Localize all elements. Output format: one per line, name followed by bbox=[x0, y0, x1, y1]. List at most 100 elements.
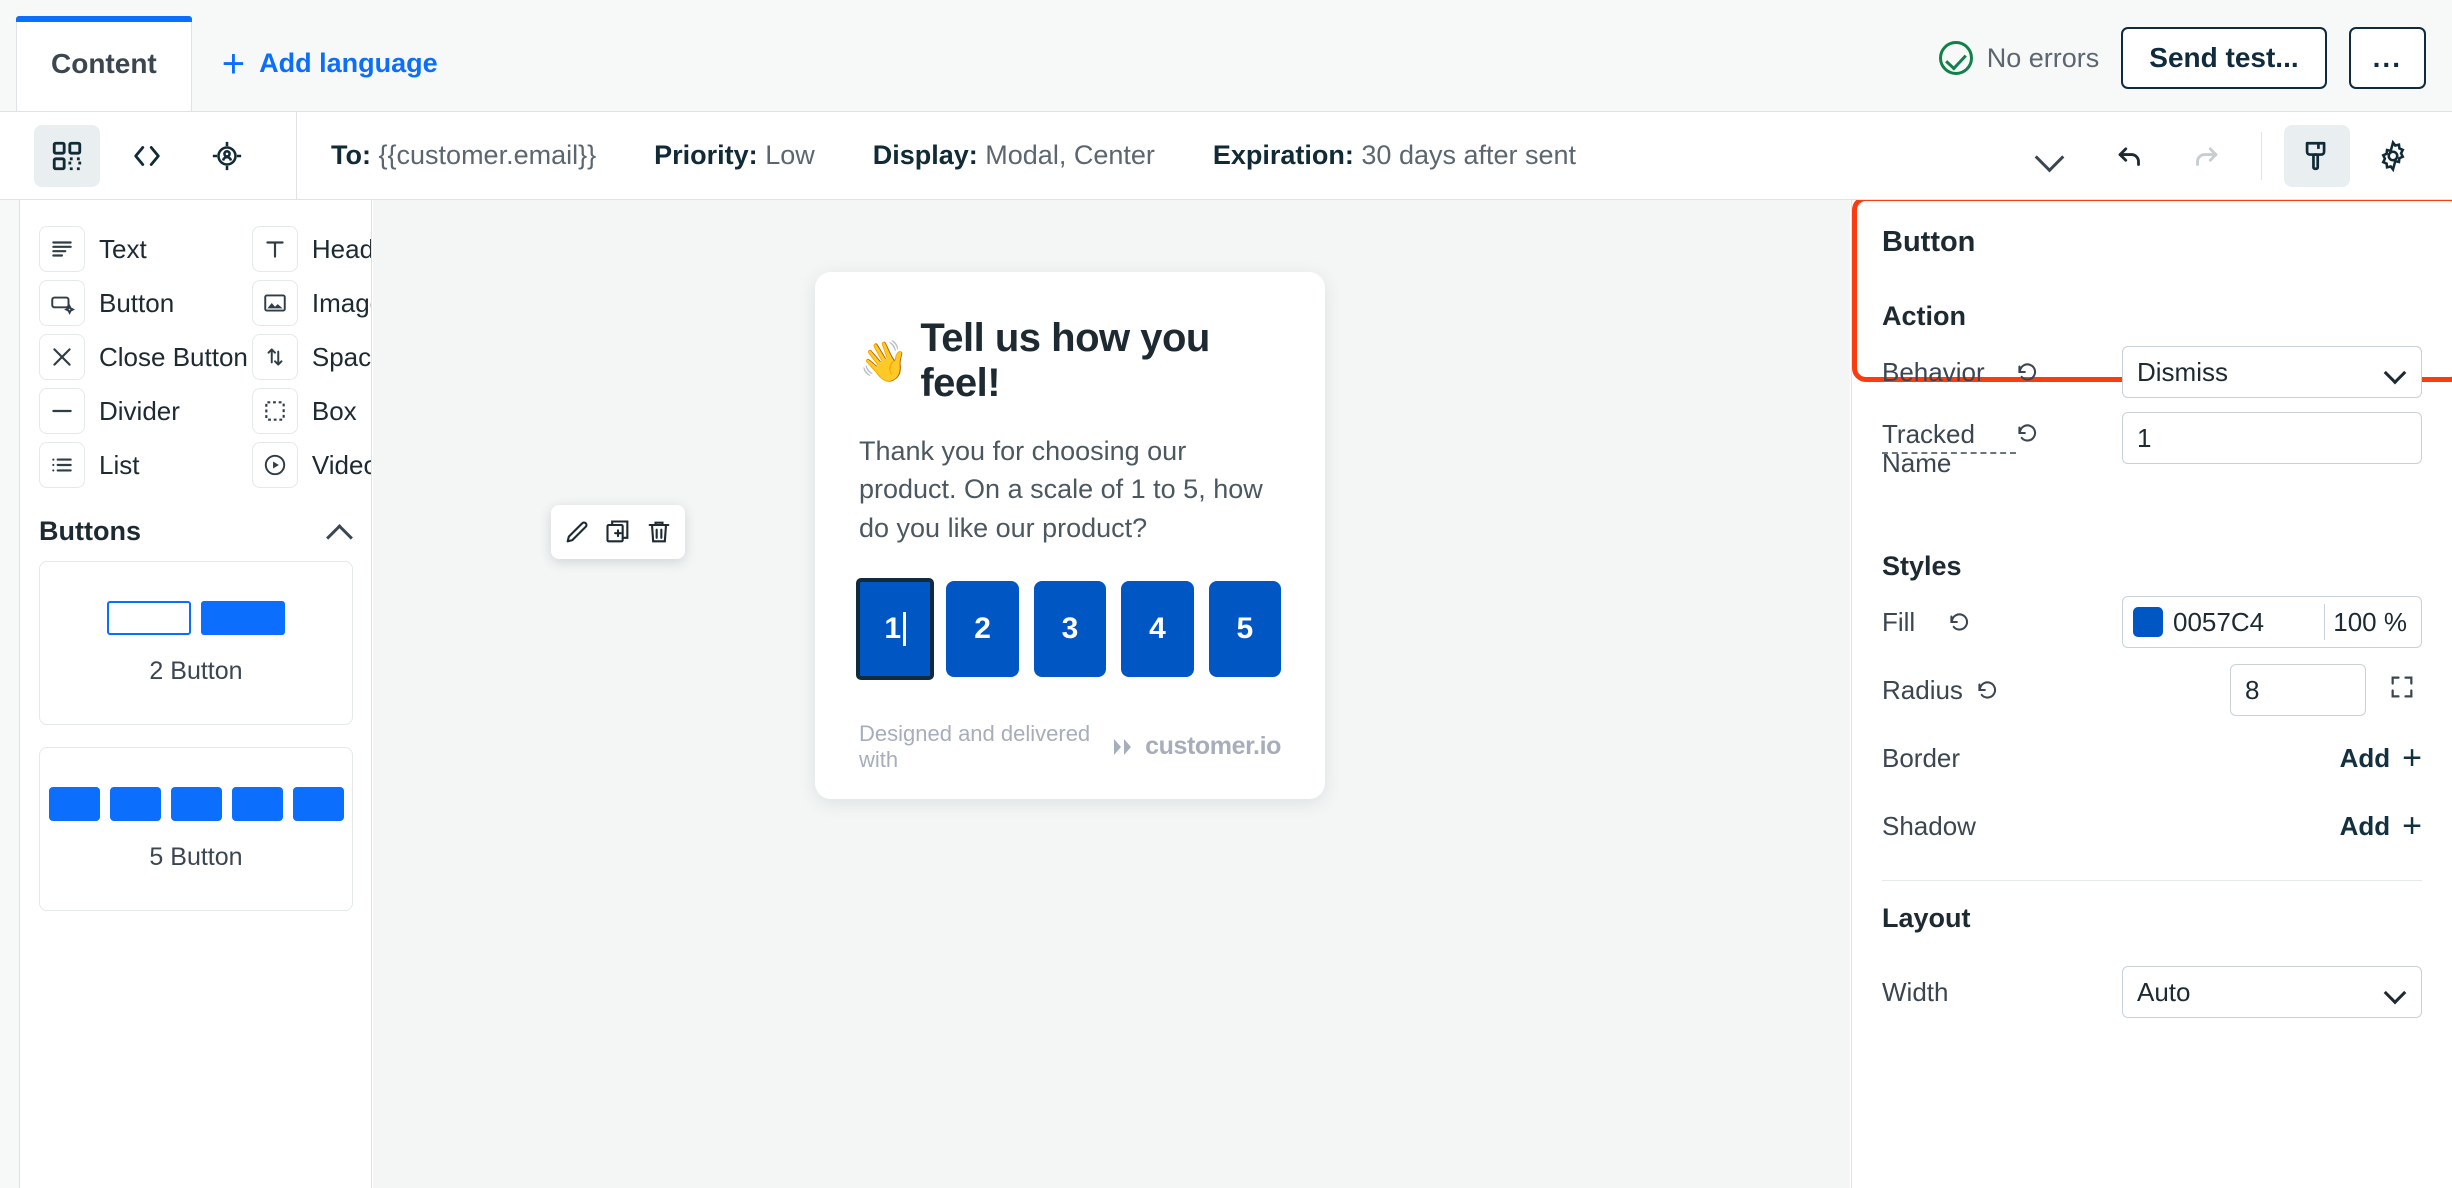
components-grid-icon-button[interactable] bbox=[34, 124, 100, 187]
send-test-button[interactable]: Send test... bbox=[2121, 27, 2327, 89]
fill-hex-value: 0057C4 bbox=[2173, 606, 2265, 637]
component-list-label: List bbox=[99, 449, 140, 480]
add-shadow-button[interactable]: Add + bbox=[2340, 809, 2422, 843]
spacer-arrows-icon bbox=[251, 334, 298, 380]
editor-canvas: 👋 Tell us how you feel! Thank you for ch… bbox=[373, 200, 1850, 1188]
preview-body-text[interactable]: Thank you for choosing our product. On a… bbox=[859, 432, 1281, 547]
styles-brush-button[interactable] bbox=[2284, 124, 2350, 187]
duplicate-icon[interactable] bbox=[600, 514, 636, 550]
rating-button-2[interactable]: 2 bbox=[946, 580, 1019, 677]
rating-button-4-label: 4 bbox=[1149, 611, 1166, 645]
delete-trash-icon[interactable] bbox=[641, 514, 677, 550]
button-icon bbox=[39, 280, 85, 326]
width-select[interactable]: Auto bbox=[2122, 966, 2422, 1019]
audience-target-button[interactable] bbox=[194, 125, 260, 187]
component-box[interactable]: Box bbox=[251, 384, 371, 438]
component-text[interactable]: Text bbox=[39, 222, 248, 276]
rating-button-5[interactable]: 5 bbox=[1208, 580, 1282, 677]
component-list[interactable]: List bbox=[39, 438, 248, 492]
component-close-button-label: Close Button bbox=[99, 341, 248, 372]
code-view-button[interactable] bbox=[114, 125, 180, 187]
width-label: Width bbox=[1882, 976, 1949, 1007]
field-priority[interactable]: Priority: Low bbox=[654, 140, 815, 171]
fill-color-input[interactable]: 0057C4 100 % bbox=[2122, 596, 2422, 649]
component-button[interactable]: Button bbox=[39, 276, 248, 330]
heading-t-icon bbox=[251, 226, 298, 272]
component-image[interactable]: Image bbox=[251, 276, 371, 330]
toolbar-fields: To: {{customer.email}} Priority: Low Dis… bbox=[297, 139, 2097, 173]
brush-icon bbox=[2300, 139, 2334, 173]
corner-expand-icon[interactable] bbox=[2388, 673, 2422, 707]
field-expiration[interactable]: Expiration: 30 days after sent bbox=[1213, 140, 1576, 171]
field-priority-value: Low bbox=[765, 140, 815, 170]
undo-icon bbox=[2113, 139, 2147, 173]
component-close-button[interactable]: Close Button bbox=[39, 330, 248, 384]
rating-button-3[interactable]: 3 bbox=[1033, 580, 1107, 677]
reset-fill-icon[interactable] bbox=[1946, 609, 1976, 635]
tracked-name-row: Tracked Name 1 bbox=[1882, 412, 2422, 477]
waving-hand-icon: 👋 bbox=[859, 339, 909, 384]
tracked-name-value: 1 bbox=[2137, 422, 2152, 453]
target-person-icon bbox=[210, 139, 244, 173]
component-heading[interactable]: Heading bbox=[251, 222, 371, 276]
add-language-label: Add language bbox=[259, 48, 438, 78]
preset-five-button-label: 5 Button bbox=[149, 842, 243, 871]
more-options-button[interactable]: ... bbox=[2348, 27, 2426, 89]
component-video[interactable]: Video bbox=[251, 438, 371, 492]
tracked-name-input[interactable]: 1 bbox=[2122, 412, 2422, 464]
radius-input[interactable]: 8 bbox=[2230, 664, 2366, 717]
settings-gear-button[interactable] bbox=[2360, 125, 2426, 187]
border-row: Border Add + bbox=[1882, 730, 2422, 786]
preview-small-button bbox=[292, 786, 344, 821]
plus-icon: + bbox=[2402, 807, 2422, 846]
field-display[interactable]: Display: Modal, Center bbox=[873, 140, 1155, 171]
toolbar-right-actions bbox=[2097, 124, 2452, 187]
component-heading-label: Heading bbox=[311, 233, 371, 264]
radius-label: Radius bbox=[1882, 674, 1963, 705]
component-list: Text Heading bbox=[39, 222, 371, 492]
fill-opacity-value: 100 % bbox=[2333, 606, 2407, 637]
reset-radius-icon[interactable] bbox=[1974, 677, 2004, 703]
preview-small-button bbox=[109, 786, 161, 821]
preview-heading[interactable]: 👋 Tell us how you feel! bbox=[859, 316, 1281, 406]
preview-solid-button bbox=[201, 600, 285, 635]
reset-behavior-icon[interactable] bbox=[2014, 359, 2044, 385]
preset-five-button[interactable]: 5 Button bbox=[39, 747, 353, 911]
add-border-button[interactable]: Add + bbox=[2340, 741, 2422, 775]
app-header: Content + Add language No errors Send te… bbox=[0, 0, 2452, 112]
panel-divider bbox=[1882, 880, 2422, 882]
add-shadow-label: Add bbox=[2339, 810, 2391, 841]
edit-pencil-icon[interactable] bbox=[559, 514, 595, 550]
reset-tracked-name-icon[interactable] bbox=[2014, 412, 2044, 446]
editor-toolbar: To: {{customer.email}} Priority: Low Dis… bbox=[0, 111, 2452, 200]
undo-button[interactable] bbox=[2097, 125, 2163, 187]
field-to[interactable]: To: {{customer.email}} bbox=[331, 140, 596, 171]
preset-two-button[interactable]: 2 Button bbox=[39, 561, 353, 725]
chevron-down-icon[interactable] bbox=[2033, 139, 2067, 173]
redo-button[interactable] bbox=[2173, 125, 2239, 187]
component-divider-label: Divider bbox=[99, 395, 180, 426]
component-spacer[interactable]: Spacer bbox=[251, 330, 371, 384]
behavior-select[interactable]: Dismiss bbox=[2122, 346, 2422, 398]
tab-bar: Content + Add language bbox=[0, 0, 468, 111]
width-row: Width Auto bbox=[1882, 964, 2422, 1020]
divider-line-icon bbox=[39, 388, 85, 434]
rating-button-4[interactable]: 4 bbox=[1121, 580, 1194, 677]
add-border-label: Add bbox=[2339, 742, 2391, 773]
field-priority-label: Priority: bbox=[654, 140, 758, 170]
preview-small-button bbox=[231, 786, 283, 821]
send-test-label: Send test... bbox=[2149, 42, 2299, 73]
preview-footer: Designed and delivered with customer.io bbox=[859, 721, 1281, 773]
tab-content[interactable]: Content bbox=[16, 16, 192, 111]
preview-small-button bbox=[48, 786, 100, 821]
preset-two-button-preview bbox=[107, 600, 285, 635]
buttons-section-header[interactable]: Buttons bbox=[39, 516, 353, 547]
rating-button-1[interactable]: 1 bbox=[855, 577, 935, 680]
fill-color-swatch[interactable] bbox=[2133, 607, 2163, 638]
rating-button-1-label: 1 bbox=[884, 611, 902, 645]
add-language-button[interactable]: + Add language bbox=[192, 16, 468, 111]
status-badge: No errors bbox=[1938, 41, 2099, 75]
component-divider[interactable]: Divider bbox=[39, 384, 248, 438]
play-circle-icon bbox=[251, 442, 298, 488]
fill-label: Fill bbox=[1882, 606, 1916, 637]
